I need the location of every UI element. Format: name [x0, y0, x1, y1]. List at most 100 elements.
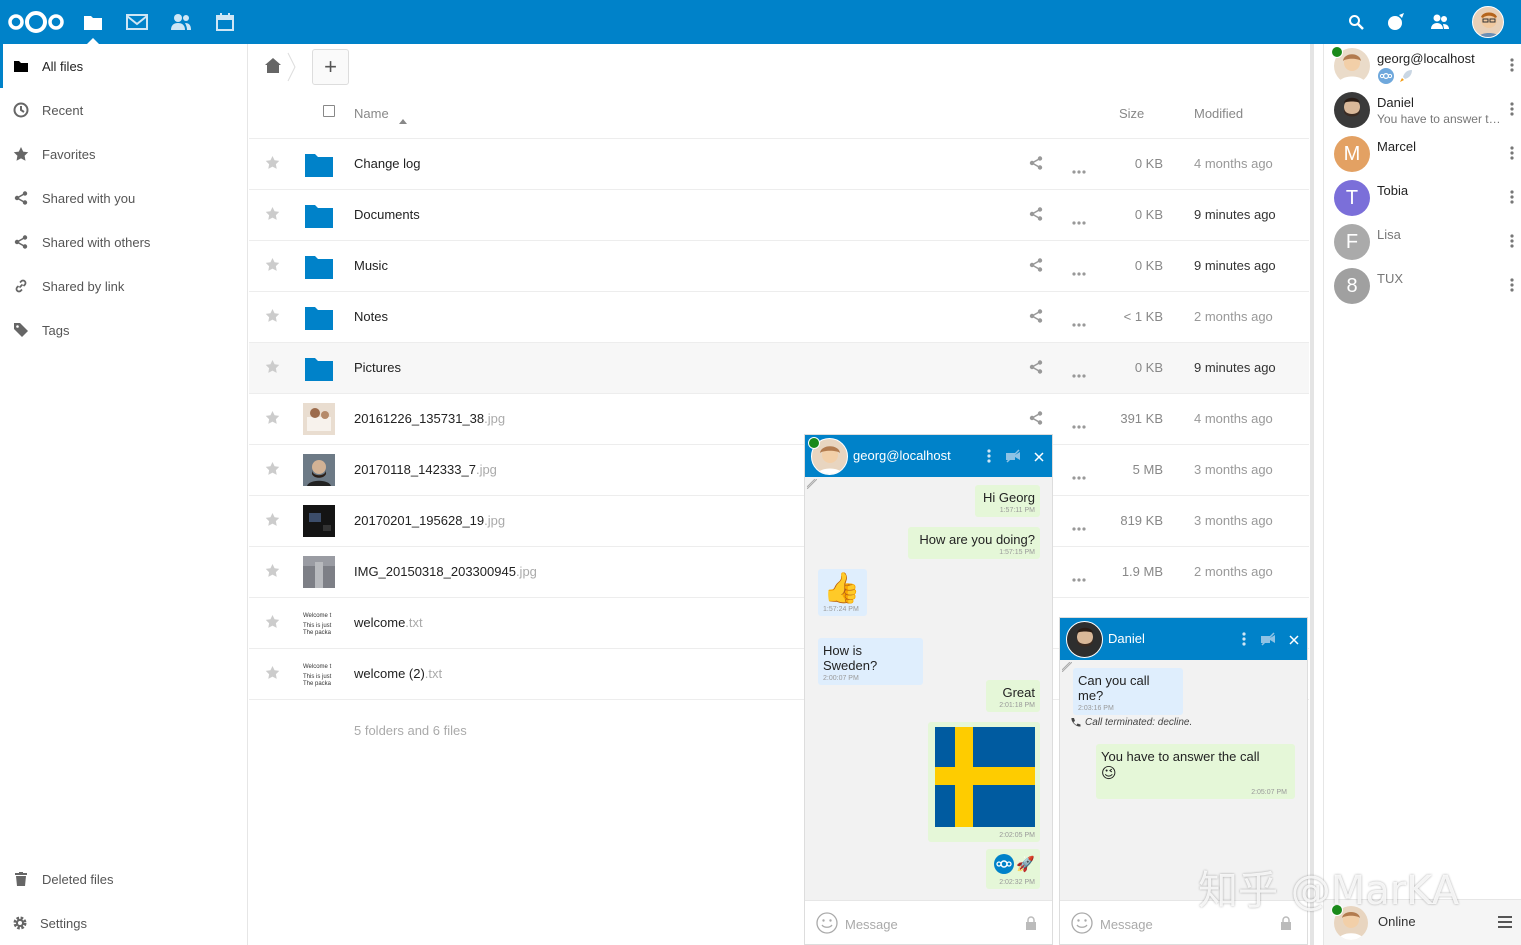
file-row[interactable]: 20161226_135731_38.jpg 391 KB 4 months ago [249, 394, 1309, 445]
folder-icon[interactable] [303, 301, 335, 333]
file-row[interactable]: Notes < 1 KB 2 months ago [249, 292, 1309, 343]
file-row[interactable]: IMG_20150318_203300945.jpg 1.9 MB 2 months… [249, 547, 1309, 598]
emoji-picker-icon[interactable] [1071, 912, 1093, 937]
more-actions-icon[interactable] [1072, 366, 1086, 381]
new-file-button[interactable]: + [312, 49, 349, 85]
file-name[interactable]: IMG_20150318_203300945.jpg [354, 564, 537, 579]
chat-menu-icon[interactable] [987, 449, 991, 466]
sidebar-item-shared-with-others[interactable]: Shared with others [0, 220, 247, 264]
contact-menu-icon[interactable] [1510, 190, 1514, 207]
contact-menu-icon[interactable] [1510, 58, 1514, 75]
file-row[interactable]: Music 0 KB 9 minutes ago [249, 241, 1309, 292]
sidebar-item-shared-by-link[interactable]: Shared by link [0, 264, 247, 308]
folder-icon[interactable] [303, 148, 335, 180]
contact-menu-icon[interactable] [1510, 146, 1514, 163]
share-icon[interactable] [1029, 207, 1043, 224]
contact-item[interactable]: georg@localhost [1324, 44, 1521, 88]
contact-item[interactable]: 8 TUX [1324, 264, 1521, 308]
search-icon[interactable] [1344, 10, 1368, 34]
column-header-modified[interactable]: Modified [1194, 106, 1243, 121]
resize-handle-icon[interactable] [1062, 662, 1072, 672]
favorite-star-icon[interactable] [265, 155, 280, 173]
home-icon[interactable] [265, 58, 281, 76]
more-actions-icon[interactable] [1072, 264, 1086, 279]
favorite-star-icon[interactable] [265, 257, 280, 275]
sidebar-item-all-files[interactable]: All files [0, 44, 247, 88]
file-row[interactable]: Change log 0 KB 4 months ago [249, 139, 1309, 190]
sidebar-item-tags[interactable]: Tags [0, 308, 247, 352]
column-header-name[interactable]: Name [354, 106, 389, 121]
emoji-picker-icon[interactable] [816, 912, 838, 937]
sidebar-item-favorites[interactable]: Favorites [0, 132, 247, 176]
contact-item[interactable]: M Marcel [1324, 132, 1521, 176]
favorite-star-icon[interactable] [265, 512, 280, 530]
favorite-star-icon[interactable] [265, 410, 280, 428]
user-avatar[interactable] [1472, 6, 1504, 38]
sweden-flag-image[interactable] [935, 727, 1035, 827]
image-thumbnail[interactable] [303, 454, 335, 486]
files-app-icon[interactable] [81, 10, 105, 34]
chat-message-input[interactable]: Message [845, 917, 898, 932]
text-file-thumbnail[interactable]: Welcome t This is just The packa [303, 607, 335, 639]
lock-icon[interactable] [1280, 916, 1292, 933]
notifications-icon[interactable] [1384, 10, 1408, 34]
file-name[interactable]: Pictures [354, 360, 401, 375]
favorite-star-icon[interactable] [265, 308, 280, 326]
contact-item[interactable]: T Tobia [1324, 176, 1521, 220]
file-name[interactable]: welcome.txt [354, 615, 423, 630]
file-row[interactable]: Documents 0 KB 9 minutes ago [249, 190, 1309, 241]
more-actions-icon[interactable] [1072, 570, 1086, 585]
file-name[interactable]: welcome (2).txt [354, 666, 442, 681]
file-name[interactable]: 20170201_195628_19.jpg [354, 513, 505, 528]
favorite-star-icon[interactable] [265, 206, 280, 224]
file-name[interactable]: 20161226_135731_38.jpg [354, 411, 505, 426]
file-row[interactable]: 20170201_195628_19.jpg 819 KB 3 months ago [249, 496, 1309, 547]
close-icon[interactable] [1034, 450, 1044, 465]
nextcloud-logo-icon[interactable] [6, 8, 66, 36]
file-row[interactable]: 20170118_142333_7.jpg 5 MB 3 months ago [249, 445, 1309, 496]
favorite-star-icon[interactable] [265, 563, 280, 581]
file-name[interactable]: Documents [354, 207, 420, 222]
share-icon[interactable] [1029, 258, 1043, 275]
contacts-menu-icon[interactable] [1428, 10, 1452, 34]
sidebar-item-recent[interactable]: Recent [0, 88, 247, 132]
chat-message-input[interactable]: Message [1100, 917, 1153, 932]
text-file-thumbnail[interactable]: Welcome t This is just The packa [303, 658, 335, 690]
image-thumbnail[interactable] [303, 556, 335, 588]
favorite-star-icon[interactable] [265, 359, 280, 377]
sidebar-item-settings[interactable]: Settings [0, 901, 247, 945]
image-thumbnail[interactable] [303, 403, 335, 435]
share-icon[interactable] [1029, 411, 1043, 428]
mail-app-icon[interactable] [125, 10, 149, 34]
folder-icon[interactable] [303, 352, 335, 384]
scrollbar[interactable] [1310, 44, 1314, 945]
calendar-app-icon[interactable] [213, 10, 237, 34]
folder-icon[interactable] [303, 199, 335, 231]
menu-icon[interactable] [1498, 916, 1512, 931]
contact-menu-icon[interactable] [1510, 102, 1514, 119]
close-icon[interactable] [1289, 633, 1299, 648]
contact-menu-icon[interactable] [1510, 234, 1514, 251]
more-actions-icon[interactable] [1072, 162, 1086, 177]
video-call-disabled-icon[interactable] [1260, 632, 1276, 649]
more-actions-icon[interactable] [1072, 468, 1086, 483]
favorite-star-icon[interactable] [265, 461, 280, 479]
video-call-disabled-icon[interactable] [1005, 449, 1021, 466]
contact-item[interactable]: Daniel You have to answer the call [1324, 88, 1521, 132]
sidebar-item-shared-with-you[interactable]: Shared with you [0, 176, 247, 220]
chat-menu-icon[interactable] [1242, 632, 1246, 649]
chat-header[interactable]: georg@localhost [805, 435, 1052, 477]
column-header-size[interactable]: Size [1119, 106, 1144, 121]
contacts-app-icon[interactable] [169, 10, 193, 34]
select-all-checkbox[interactable] [323, 105, 335, 117]
file-row[interactable]: Pictures 0 KB 9 minutes ago [249, 343, 1309, 394]
image-thumbnail[interactable] [303, 505, 335, 537]
folder-icon[interactable] [303, 250, 335, 282]
share-icon[interactable] [1029, 156, 1043, 173]
resize-handle-icon[interactable] [807, 479, 817, 489]
share-icon[interactable] [1029, 309, 1043, 326]
file-name[interactable]: Change log [354, 156, 421, 171]
file-name[interactable]: Notes [354, 309, 388, 324]
contact-menu-icon[interactable] [1510, 278, 1514, 295]
file-name[interactable]: Music [354, 258, 388, 273]
